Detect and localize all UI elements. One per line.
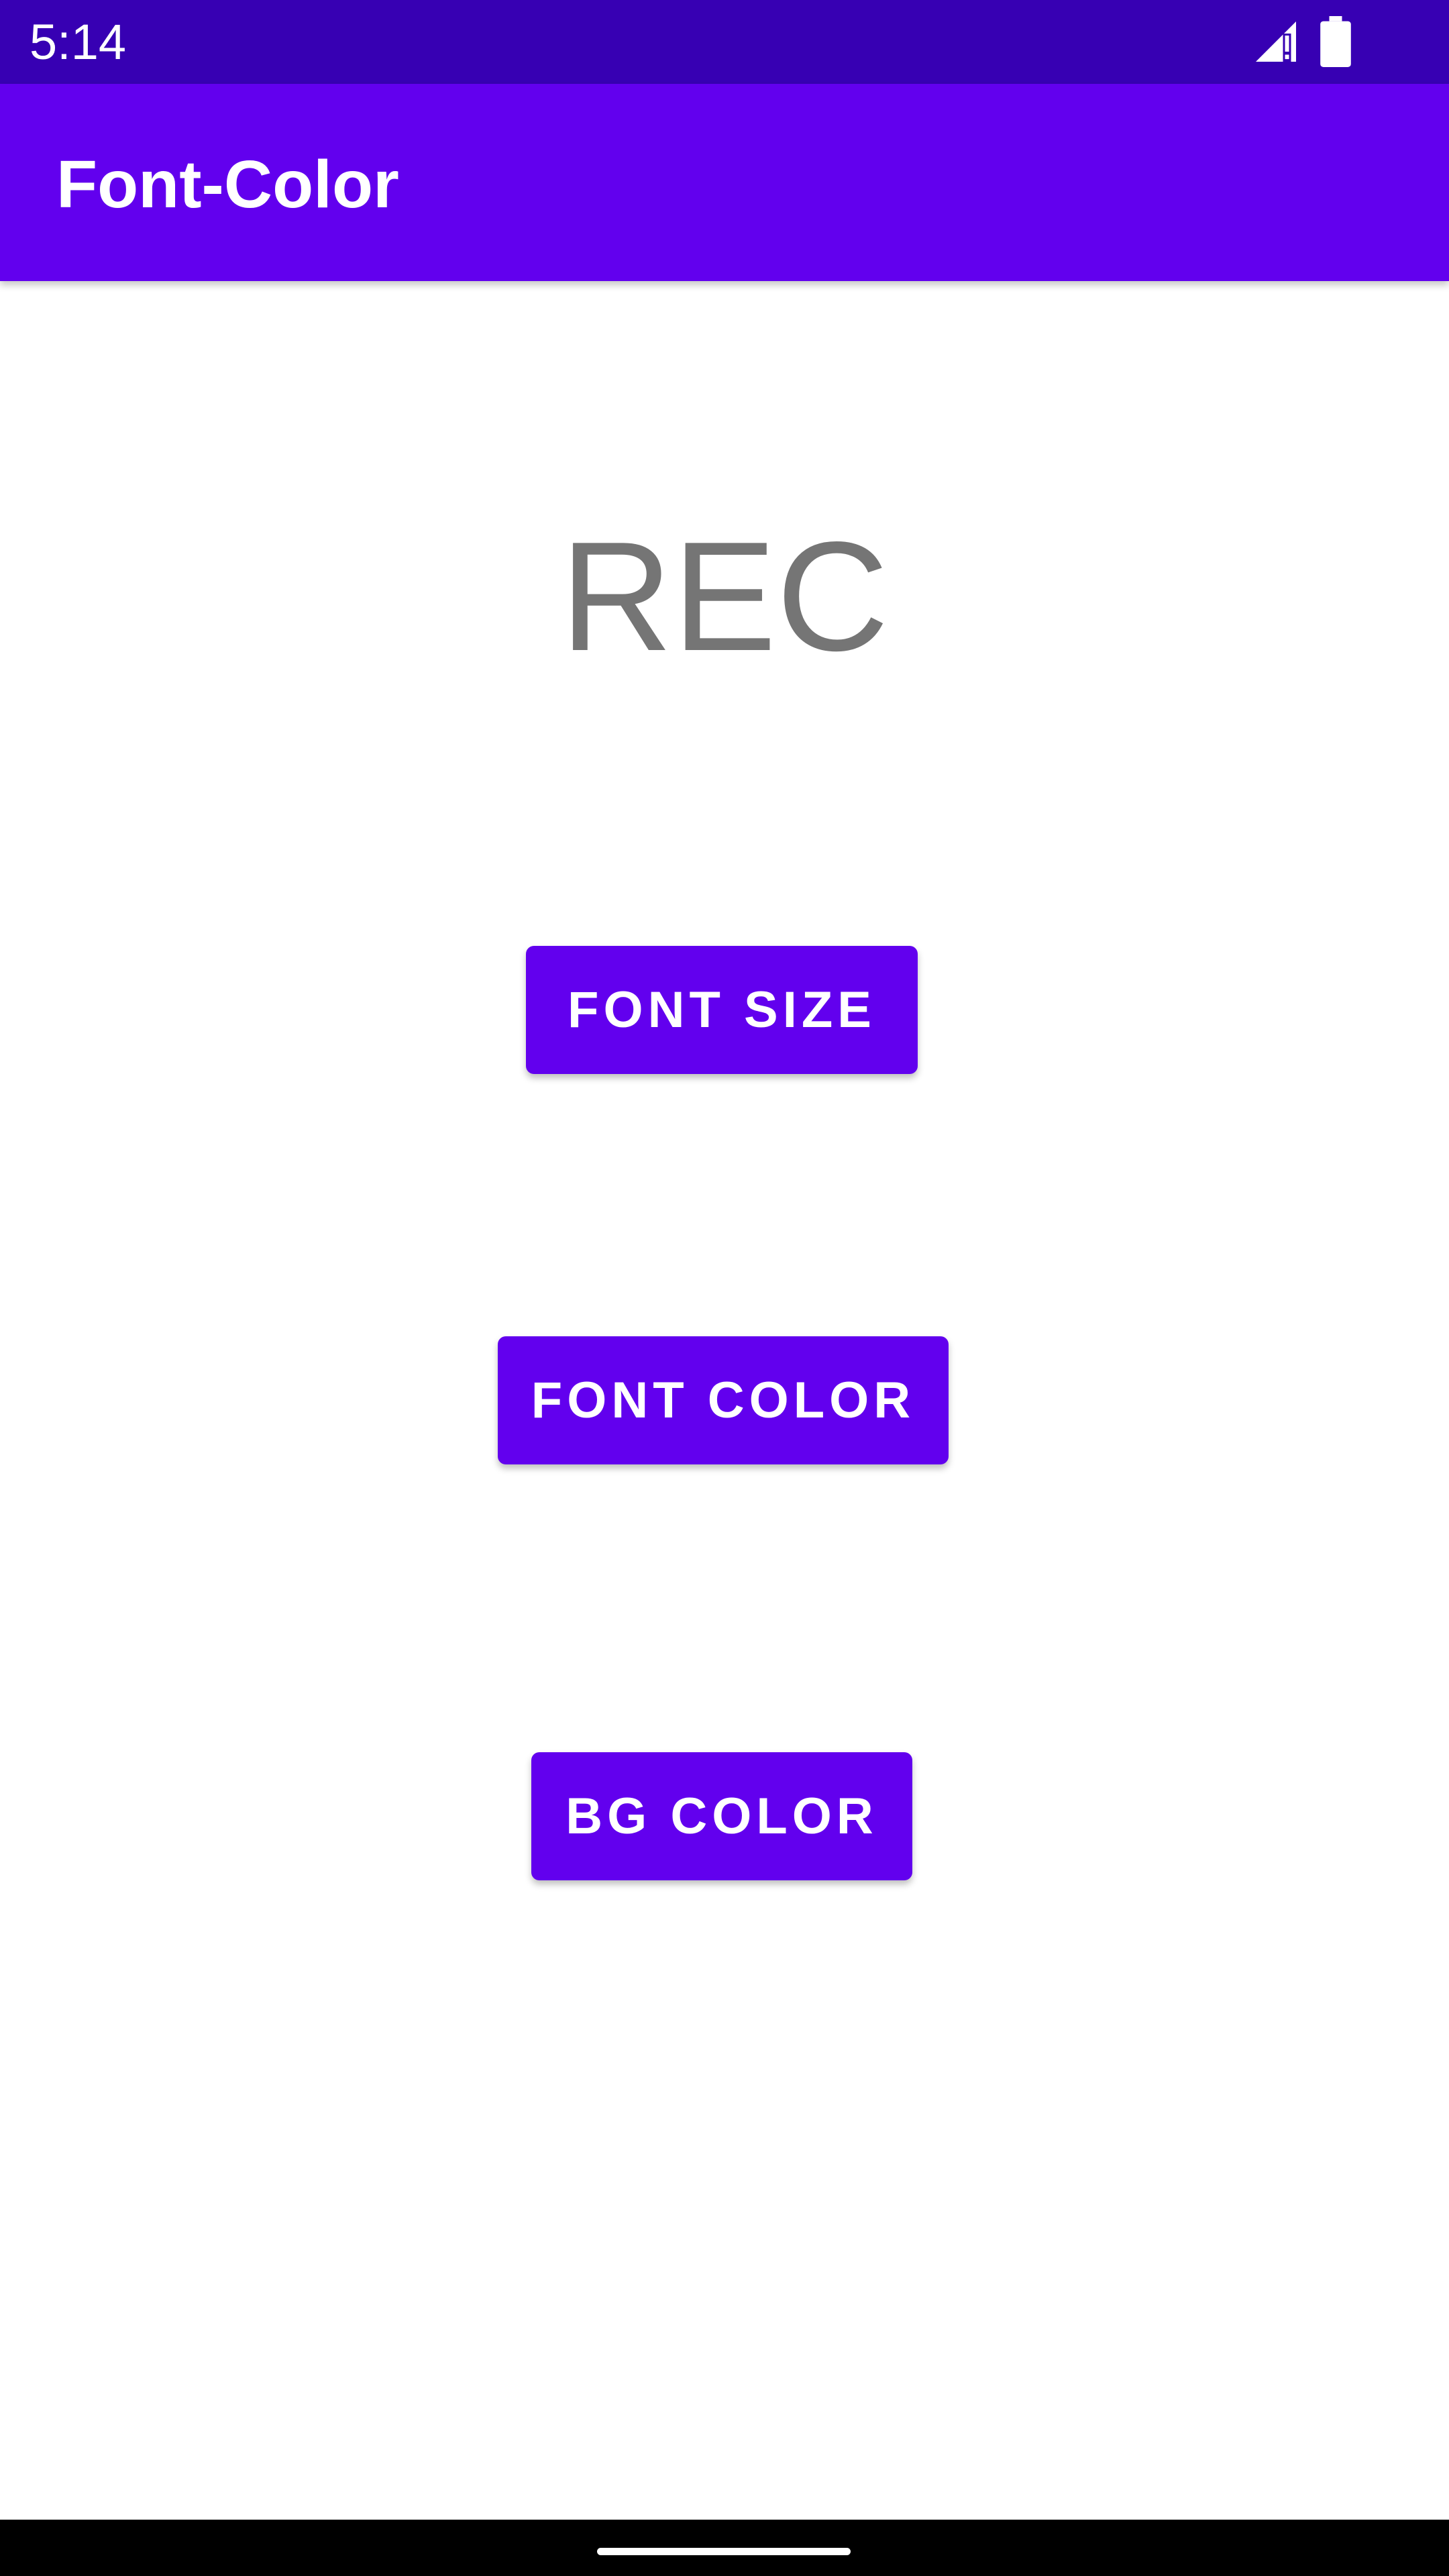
- signal-icon: [1256, 21, 1296, 62]
- preview-text: REC: [560, 510, 889, 684]
- bg-color-button[interactable]: BG COLOR: [531, 1752, 912, 1880]
- app-title: Font-Color: [56, 147, 399, 222]
- font-color-button[interactable]: FONT COLOR: [498, 1336, 949, 1464]
- status-bar: 5:14: [0, 0, 1449, 84]
- battery-icon: [1320, 16, 1351, 67]
- home-handle[interactable]: [597, 2548, 851, 2555]
- font-size-button[interactable]: FONT SIZE: [526, 946, 918, 1074]
- status-time: 5:14: [30, 14, 127, 70]
- app-bar: Font-Color: [0, 84, 1449, 281]
- navigation-bar: [0, 2520, 1449, 2576]
